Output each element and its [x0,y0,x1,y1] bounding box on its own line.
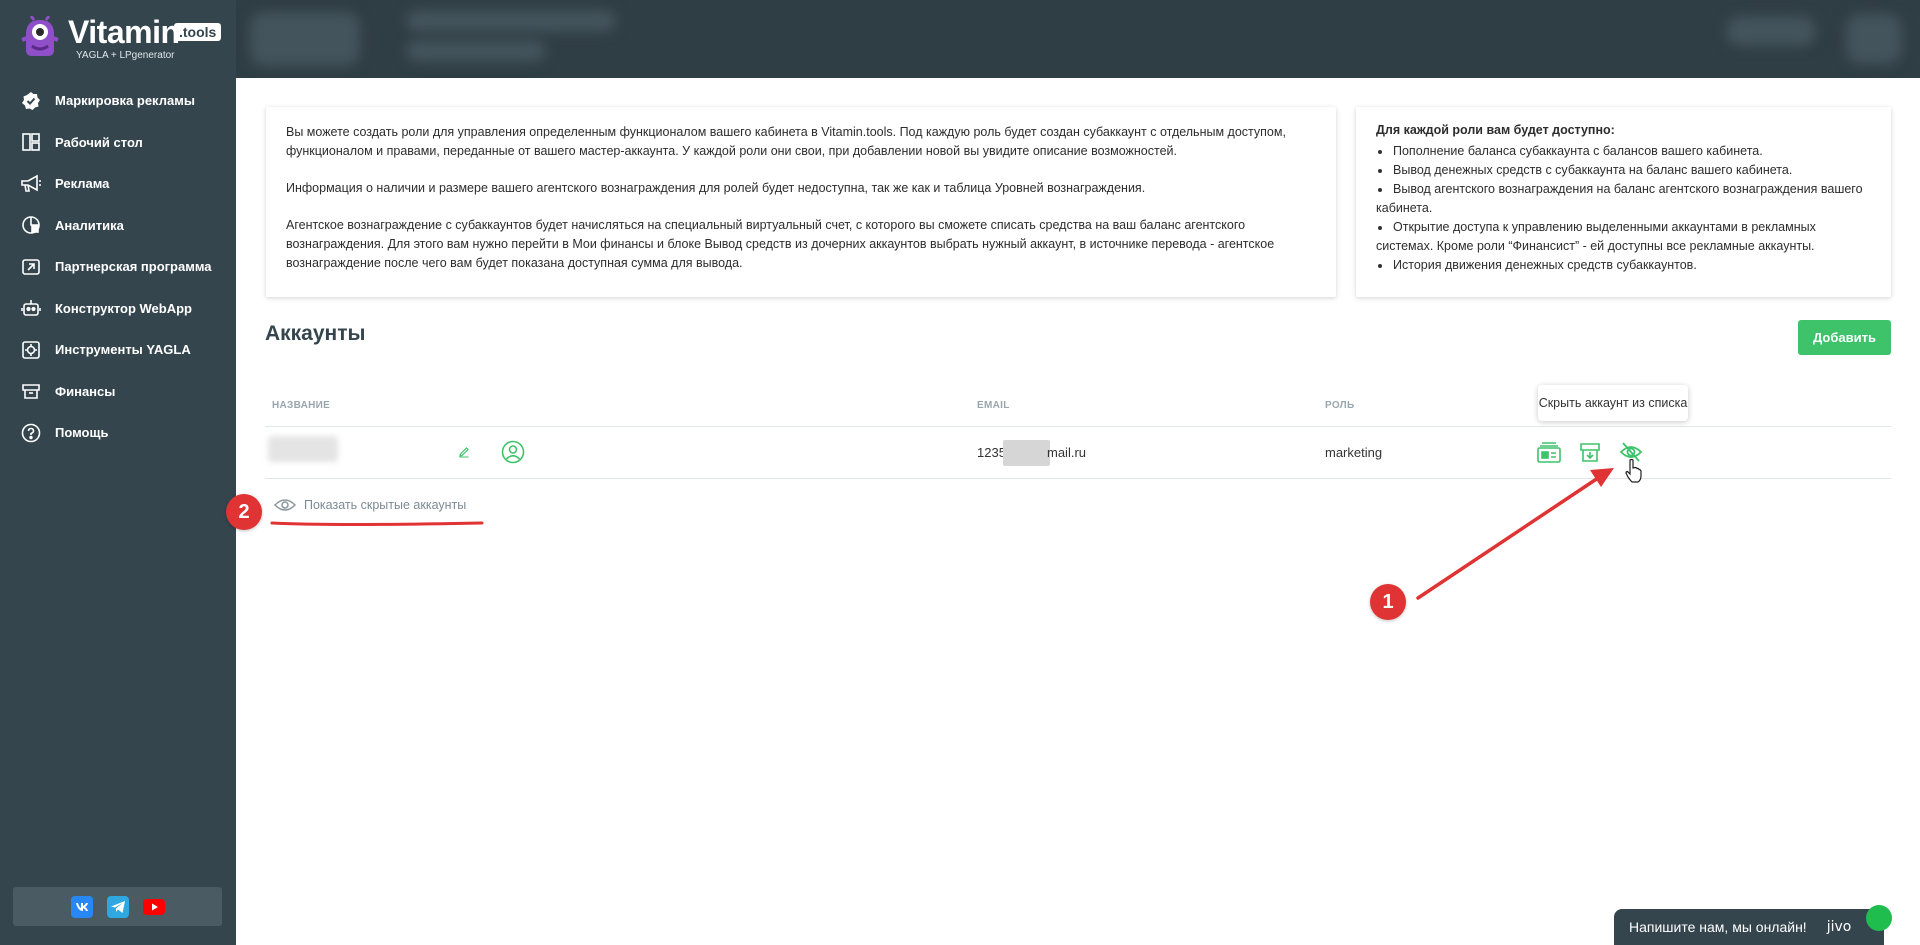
column-header-name: НАЗВАНИЕ [272,400,331,411]
webapp-bot-icon [20,297,42,319]
sidebar-item-label: Рабочий стол [55,134,143,150]
account-name-redacted [268,436,338,462]
info-paragraph: Агентское вознаграждение с субаккаунтов … [286,218,1275,270]
sidebar-item-yagla-tools[interactable]: Инструменты YAGLA [0,329,236,371]
roles-info-heading: Для каждой роли вам будет доступно: [1376,123,1615,137]
table-divider [265,426,1891,427]
balance-topup-icon[interactable] [1536,439,1562,465]
online-status-dot [1866,905,1892,931]
annotation-number: 2 [226,494,262,530]
roles-info-list: Пополнение баланса субаккаунта с балансо… [1376,142,1871,275]
account-role: marketing [1325,445,1383,460]
add-account-button[interactable]: Добавить [1798,320,1891,355]
brand-logo[interactable]: Vitamin .tools YAGLA + LPgenerator [20,14,222,68]
brand-badge: .tools [174,23,222,41]
blurred-header-content [1726,16,1816,46]
edit-pencil-icon[interactable] [451,439,477,465]
sidebar-item-help[interactable]: Помощь [0,412,236,454]
list-item: Вывод агентского вознаграждения на балан… [1376,180,1871,218]
table-divider [265,478,1891,479]
sidebar-menu: Маркировка рекламы Рабочий стол Реклама … [0,80,236,454]
tools-gear-icon [20,339,42,361]
mascot-icon [21,16,59,56]
annotation-arrow-line [1416,476,1600,600]
annotation-underline [270,521,484,526]
show-hidden-accounts-link[interactable]: Показать скрытые аккаунты [274,498,466,512]
youtube-icon[interactable] [142,896,165,918]
column-header-email: EMAIL [977,400,1010,411]
blurred-header-content [406,10,616,32]
sidebar-item-label: Аналитика [55,217,124,233]
column-header-role: РОЛЬ [1325,400,1355,411]
blurred-header-content [250,12,360,66]
brand-subtitle: YAGLA + LPgenerator [76,50,175,61]
info-paragraph: Информация о наличии и размере вашего аг… [286,181,1146,195]
sidebar-item-label: Конструктор WebApp [55,300,192,316]
brand-title: Vitamin [68,14,180,50]
vk-icon[interactable] [70,895,93,918]
sidebar-item-webapp[interactable]: Конструктор WebApp [0,288,236,330]
partner-card-icon [20,256,42,278]
analytics-icon [20,214,42,236]
user-profile-icon[interactable] [500,439,526,465]
eye-icon [274,499,296,511]
sidebar-item-ad-marking[interactable]: Маркировка рекламы [0,80,236,122]
account-email-prefix: 1235 [977,445,1006,460]
chat-label: Напишите нам, мы онлайн! [1629,919,1807,935]
megaphone-icon [20,173,42,195]
roles-info-card: Для каждой роли вам будет доступно: Попо… [1356,107,1891,297]
annotation-number: 1 [1370,584,1406,620]
list-item: Открытие доступа к управлению выделенным… [1376,218,1871,256]
verified-badge-icon [20,90,42,112]
email-redacted [1003,440,1050,466]
dashboard-icon [20,131,42,153]
sidebar-item-label: Инструменты YAGLA [55,342,191,358]
show-hidden-label: Показать скрытые аккаунты [304,498,467,512]
sidebar-item-label: Партнерская программа [55,259,212,275]
help-icon [20,422,42,444]
sidebar-item-ads[interactable]: Реклама [0,163,236,205]
sidebar-item-analytics[interactable]: Аналитика [0,205,236,247]
withdraw-funds-icon[interactable] [1577,439,1603,465]
sidebar-item-dashboard[interactable]: Рабочий стол [0,122,236,164]
list-item: Пополнение баланса субаккаунта с балансо… [1376,142,1871,161]
page-title: Аккаунты [265,322,366,345]
sidebar: Vitamin .tools YAGLA + LPgenerator Марки… [0,0,236,945]
blurred-header-content [1846,14,1902,64]
sidebar-item-label: Маркировка рекламы [55,93,195,109]
subaccount-info-card: Вы можете создать роли для управления оп… [266,107,1336,297]
sidebar-item-partner[interactable]: Партнерская программа [0,246,236,288]
chat-brand: jivo [1826,919,1852,935]
blurred-header-content [406,40,546,62]
telegram-icon[interactable] [106,895,129,918]
top-header [236,0,1920,78]
social-links [13,887,222,926]
tooltip: Скрыть аккаунт из списка [1538,385,1688,421]
pointer-cursor-icon [1625,459,1642,483]
list-item: История движения денежных средств субакк… [1376,256,1871,275]
sidebar-item-label: Реклама [55,176,110,192]
sidebar-item-finance[interactable]: Финансы [0,371,236,413]
sidebar-item-label: Финансы [55,383,116,399]
chat-widget[interactable]: Напишите нам, мы онлайн! jivo [1614,905,1892,945]
sidebar-item-label: Помощь [55,425,109,441]
account-email-suffix: mail.ru [1047,445,1087,460]
finance-icon [20,380,42,402]
info-paragraph: Вы можете создать роли для управления оп… [286,125,1286,158]
list-item: Вывод денежных средств с субаккаунта на … [1376,161,1871,180]
